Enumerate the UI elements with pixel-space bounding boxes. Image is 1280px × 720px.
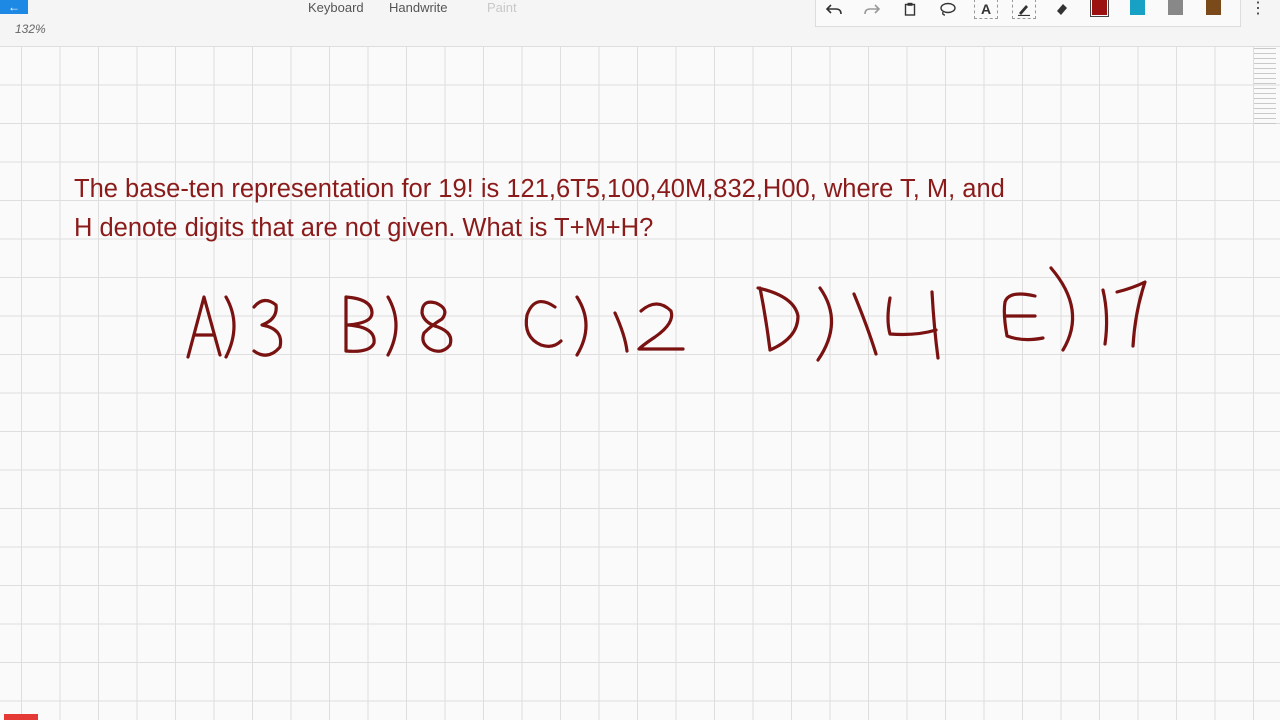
color-swatch-teal[interactable] — [1130, 0, 1145, 15]
record-indicator — [4, 714, 38, 720]
answer-choice-c — [524, 295, 685, 357]
undo-icon[interactable] — [822, 0, 846, 18]
scrollbar-handle[interactable] — [1254, 48, 1276, 132]
text-tool-icon[interactable]: A — [974, 0, 998, 19]
problem-text: The base-ten representation for 19! is 1… — [74, 170, 1184, 248]
top-bar: ← 132% Keyboard Handwrite Paint A ⋮ — [0, 0, 1280, 46]
grid-canvas[interactable] — [0, 46, 1280, 720]
drawing-toolbar: A — [815, 0, 1241, 27]
tab-keyboard[interactable]: Keyboard — [308, 0, 364, 15]
color-swatch-red[interactable] — [1090, 0, 1109, 17]
clipboard-icon[interactable] — [898, 0, 922, 18]
answer-choice-b — [344, 295, 453, 357]
back-arrow-icon[interactable]: ← — [0, 0, 28, 14]
eraser-icon[interactable] — [1050, 0, 1074, 18]
zoom-level: 132% — [15, 22, 46, 36]
answer-choice-d — [756, 286, 940, 362]
pen-tool-icon[interactable] — [1012, 0, 1036, 19]
lasso-icon[interactable] — [936, 0, 960, 18]
tab-handwrite[interactable]: Handwrite — [389, 0, 448, 15]
tab-paint[interactable]: Paint — [487, 0, 517, 15]
answer-choice-a — [186, 295, 283, 359]
answer-choice-e — [1002, 266, 1147, 352]
more-menu-icon[interactable]: ⋮ — [1248, 0, 1268, 17]
color-swatch-brown[interactable] — [1206, 0, 1221, 15]
redo-icon[interactable] — [860, 0, 884, 18]
problem-line-1: The base-ten representation for 19! is 1… — [74, 175, 1005, 203]
problem-line-2: H denote digits that are not given. What… — [74, 214, 654, 242]
color-swatch-gray[interactable] — [1168, 0, 1183, 15]
